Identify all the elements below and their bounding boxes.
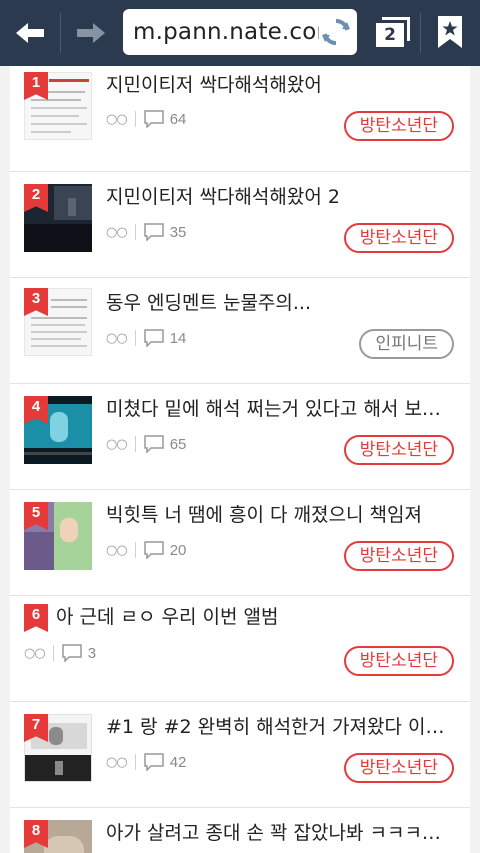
post-title[interactable]: 아 근데 ㄹㅇ 우리 이번 앨범 bbox=[56, 602, 436, 629]
meta-divider bbox=[134, 754, 136, 770]
comment-count: 14 bbox=[169, 329, 187, 347]
post-title[interactable]: 아가 살려고 종대 손 꽉 잡았나봐 ㅋㅋㅋㅋ... bbox=[106, 818, 451, 845]
post-title[interactable]: 지민이티저 싹다해석해왔어 2 bbox=[106, 182, 451, 209]
rank-badge: 6 bbox=[24, 604, 48, 632]
list-item[interactable]: 6 아 근데 ㄹㅇ 우리 이번 앨범 ○○ 3 방탄소년단 bbox=[10, 596, 470, 702]
comment-count: 64 bbox=[169, 110, 187, 128]
post-meta: ○○ 65 bbox=[106, 435, 186, 453]
back-button[interactable] bbox=[0, 0, 60, 66]
post-meta: ○○ 14 bbox=[106, 329, 186, 347]
comment-count: 35 bbox=[169, 223, 187, 241]
meta-divider bbox=[134, 330, 136, 346]
bookmark-star-icon bbox=[438, 16, 462, 48]
comment-icon bbox=[143, 329, 164, 347]
arrow-left-icon bbox=[16, 23, 44, 43]
list-item[interactable]: 5 빅힛특 너 땜에 흥이 다 깨졌으니 책임져 ○○ 20 방탄소년단 bbox=[10, 490, 470, 596]
list-item[interactable]: 3 동우 엔딩멘트 눈물주의... ○○ 14 인피니트 bbox=[10, 278, 470, 384]
tab-count: 2 bbox=[376, 23, 404, 47]
meta-divider bbox=[134, 111, 136, 127]
views-icon: ○○ bbox=[106, 111, 128, 127]
comment-count: 20 bbox=[169, 541, 187, 559]
list-item[interactable]: 4 미쳤다 밑에 해석 쩌는거 있다고 해서 보고... ○○ 65 방탄소년단 bbox=[10, 384, 470, 490]
post-title[interactable]: 빅힛특 너 땜에 흥이 다 깨졌으니 책임져 bbox=[106, 500, 451, 527]
post-title[interactable]: #1 랑 #2 완벽히 해석한거 가져왔다 이삐덜 ... bbox=[106, 712, 451, 739]
category-tag[interactable]: 방탄소년단 bbox=[343, 646, 454, 676]
post-title[interactable]: 지민이티저 싹다해석해왔어 bbox=[106, 70, 451, 97]
comment-count: 3 bbox=[87, 644, 97, 662]
forward-button[interactable] bbox=[61, 0, 121, 66]
meta-divider bbox=[134, 542, 136, 558]
meta-divider bbox=[52, 645, 54, 661]
comment-icon bbox=[143, 753, 164, 771]
ranking-list: 1 지민이티저 싹다해석해왔어 ○○ 64 방탄소년단 2 지민이티저 싹다해석… bbox=[10, 66, 470, 853]
list-item[interactable]: 8 아가 살려고 종대 손 꽉 잡았나봐 ㅋㅋㅋㅋ... bbox=[10, 808, 470, 853]
list-item[interactable]: 1 지민이티저 싹다해석해왔어 ○○ 64 방탄소년단 bbox=[10, 58, 470, 172]
category-tag[interactable]: 방탄소년단 bbox=[343, 753, 454, 783]
tabs-button[interactable]: 2 bbox=[370, 13, 414, 53]
comment-icon bbox=[143, 110, 164, 128]
post-meta: ○○ 64 bbox=[106, 110, 186, 128]
arrow-right-icon bbox=[77, 23, 105, 43]
category-tag[interactable]: 방탄소년단 bbox=[343, 111, 454, 141]
list-item[interactable]: 7 #1 랑 #2 완벽히 해석한거 가져왔다 이삐덜 ... ○○ 42 방탄… bbox=[10, 702, 470, 808]
post-meta: ○○ 42 bbox=[106, 753, 186, 771]
reload-button[interactable] bbox=[319, 15, 353, 49]
category-tag[interactable]: 인피니트 bbox=[359, 329, 454, 359]
views-icon: ○○ bbox=[106, 542, 128, 558]
views-icon: ○○ bbox=[106, 436, 128, 452]
comment-icon bbox=[143, 435, 164, 453]
toolbar-divider bbox=[420, 13, 421, 53]
meta-divider bbox=[134, 436, 136, 452]
refresh-icon bbox=[322, 19, 350, 45]
views-icon: ○○ bbox=[24, 645, 46, 661]
meta-divider bbox=[134, 224, 136, 240]
comment-icon bbox=[143, 223, 164, 241]
comment-count: 42 bbox=[169, 753, 187, 771]
post-title[interactable]: 동우 엔딩멘트 눈물주의... bbox=[106, 288, 451, 315]
views-icon: ○○ bbox=[106, 330, 128, 346]
browser-toolbar: m.pann.nate.cor 2 bbox=[0, 0, 480, 66]
browser-page: m.pann.nate.cor 2 1 지민이티저 싹다해석해왔어 ○○ 64 … bbox=[0, 0, 480, 853]
post-meta: ○○ 20 bbox=[106, 541, 186, 559]
bookmark-button[interactable] bbox=[436, 14, 464, 54]
comment-icon bbox=[61, 644, 82, 662]
comment-count: 65 bbox=[169, 435, 187, 453]
comment-icon bbox=[143, 541, 164, 559]
views-icon: ○○ bbox=[106, 224, 128, 240]
category-tag[interactable]: 방탄소년단 bbox=[343, 541, 454, 571]
list-item[interactable]: 2 지민이티저 싹다해석해왔어 2 ○○ 35 방탄소년단 bbox=[10, 172, 470, 278]
post-meta: ○○ 3 bbox=[24, 644, 96, 662]
url-text: m.pann.nate.cor bbox=[133, 19, 327, 45]
category-tag[interactable]: 방탄소년단 bbox=[343, 223, 454, 253]
address-bar[interactable]: m.pann.nate.cor bbox=[123, 9, 357, 55]
post-meta: ○○ 35 bbox=[106, 223, 186, 241]
category-tag[interactable]: 방탄소년단 bbox=[343, 435, 454, 465]
views-icon: ○○ bbox=[106, 754, 128, 770]
post-title[interactable]: 미쳤다 밑에 해석 쩌는거 있다고 해서 보고... bbox=[106, 394, 451, 421]
